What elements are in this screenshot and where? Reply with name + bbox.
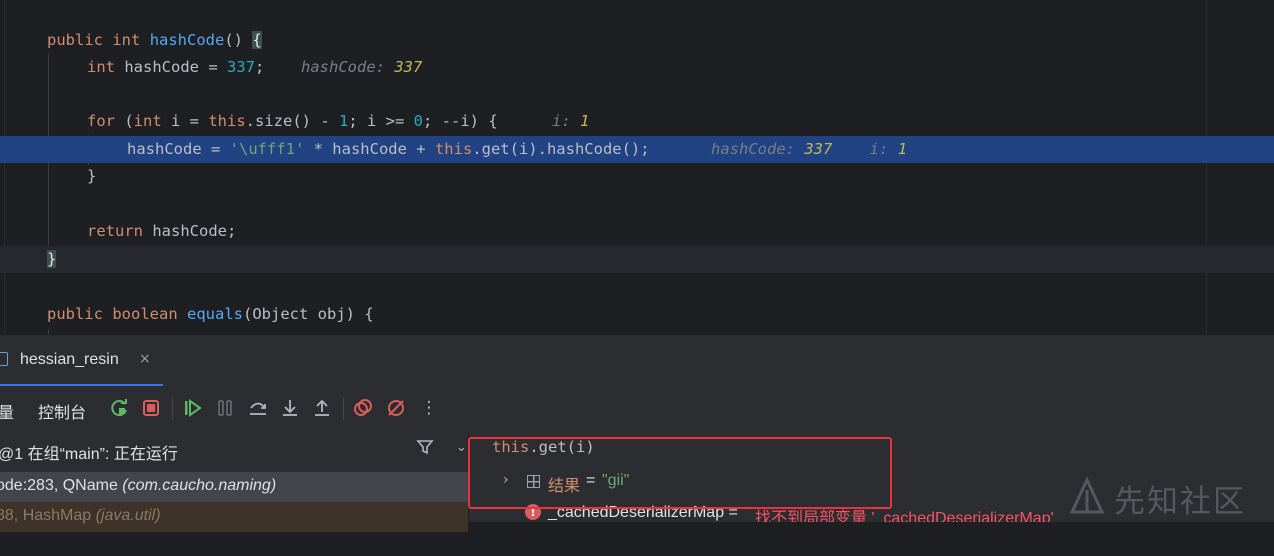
code-text: }: [87, 167, 97, 185]
code-line[interactable]: return hashCode;: [0, 218, 1274, 245]
code-line[interactable]: }: [0, 163, 1274, 190]
error-variable-name: _cachedDeserializerMap =: [548, 504, 738, 521]
resume-icon[interactable]: [181, 396, 205, 420]
inline-value-hint: hashCode: 337 i: 1: [711, 140, 908, 158]
tab-label: hessian_resin: [20, 351, 119, 368]
code-text: int hashCode = 337;: [87, 58, 265, 76]
step-over-icon[interactable]: [246, 396, 270, 420]
code-line[interactable]: hashCode = '\ufff1' * hashCode + this.ge…: [0, 136, 1274, 163]
code-editor[interactable]: public int hashCode() { int hashCode = 33…: [0, 0, 1274, 334]
step-into-icon[interactable]: [278, 396, 302, 420]
close-icon[interactable]: ×: [139, 351, 151, 367]
stack-frame[interactable]: ode:283, QName (com.caucho.naming): [0, 472, 468, 502]
code-line[interactable]: public int hashCode() {: [0, 27, 1274, 54]
watermark: 先知社区: [1068, 474, 1268, 520]
code-line[interactable]: [0, 81, 1274, 108]
code-line[interactable]: for (int i = this.size() - 1; i >= 0; --…: [0, 108, 1274, 135]
stack-frame[interactable]: 88, HashMap (java.util): [0, 502, 468, 532]
watermark-text: 先知社区: [1114, 484, 1246, 520]
chevron-right-icon[interactable]: ›: [503, 472, 509, 488]
debug-tab-bar: hessian_resin ×: [0, 334, 1274, 387]
inline-value-hint: hashCode: 337: [301, 58, 423, 76]
more-options-icon[interactable]: ⋮: [417, 396, 441, 420]
frames-panel: @1 在组“main”: 正在运行 ⌄ ode:283, QName (com.…: [0, 432, 469, 532]
filter-icon[interactable]: [416, 438, 434, 460]
tab-hessian-resin[interactable]: hessian_resin ×: [0, 335, 163, 387]
stop-icon[interactable]: [139, 396, 163, 420]
run-config-icon: [0, 352, 8, 366]
tab-console[interactable]: 控制台: [38, 399, 86, 423]
result-equals: =: [586, 472, 596, 489]
code-text: hashCode = '\ufff1' * hashCode + this.ge…: [127, 140, 650, 158]
toolbar-separator: [343, 398, 344, 420]
chevron-down-icon[interactable]: ⌄: [456, 440, 467, 455]
code-text: public boolean equals(Object obj) {: [47, 305, 374, 323]
result-name: 结果: [548, 478, 581, 495]
debug-toolbar: 量 控制台 ⋮: [0, 386, 1274, 433]
frame-text: ode:283, QName (com.caucho.naming): [0, 477, 277, 494]
mute-breakpoints-icon[interactable]: [384, 396, 408, 420]
evaluate-expression[interactable]: this.get(i): [492, 438, 595, 456]
thread-label: @1 在组“main”: 正在运行: [0, 446, 178, 463]
array-icon: [527, 475, 540, 488]
frame-text: 88, HashMap (java.util): [0, 507, 161, 524]
result-value: "gii": [602, 472, 630, 489]
error-message: 找不到局部变量 '_cachedDeserializerMap': [755, 510, 1054, 522]
code-line[interactable]: [0, 273, 1274, 300]
step-out-icon[interactable]: [310, 396, 334, 420]
view-breakpoints-icon[interactable]: [351, 396, 375, 420]
code-text: }: [47, 250, 57, 268]
pause-icon[interactable]: [213, 396, 237, 420]
error-icon: !: [525, 504, 541, 520]
code-text: return hashCode;: [87, 222, 237, 240]
rerun-icon[interactable]: [108, 396, 132, 420]
inline-value-hint: i: 1: [552, 112, 590, 130]
code-line[interactable]: public boolean equals(Object obj) {: [0, 301, 1274, 328]
tab-variables[interactable]: 量: [0, 399, 14, 423]
toolbar-separator: [172, 398, 173, 420]
code-line[interactable]: [0, 190, 1274, 217]
code-text: for (int i = this.size() - 1; i >= 0; --…: [87, 112, 498, 130]
code-text: public int hashCode() {: [47, 31, 262, 49]
code-line[interactable]: }: [0, 246, 1274, 273]
thread-selector[interactable]: @1 在组“main”: 正在运行 ⌄: [0, 432, 468, 468]
code-line[interactable]: int hashCode = 337; hashCode: 337: [0, 54, 1274, 81]
watermark-logo-icon: [1069, 476, 1105, 514]
